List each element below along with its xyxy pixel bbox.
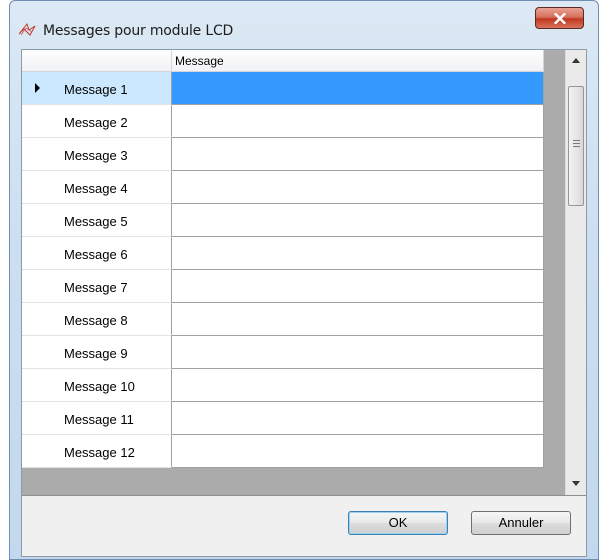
message-cell[interactable] (172, 237, 544, 270)
row-header[interactable]: Message 1 (22, 72, 172, 105)
table-row[interactable]: Message 5 (22, 204, 544, 237)
row-header[interactable]: Message 10 (22, 369, 172, 402)
row-header[interactable]: Message 9 (22, 336, 172, 369)
messages-grid: Message Message 1 Message 2 Message 3 Messa… (22, 50, 586, 496)
table-row[interactable]: Message 6 (22, 237, 544, 270)
row-header-label: Message 2 (64, 115, 128, 130)
close-x-icon (554, 13, 566, 24)
scroll-thumb[interactable] (568, 86, 584, 206)
message-cell[interactable] (172, 402, 544, 435)
row-header[interactable]: Message 5 (22, 204, 172, 237)
message-cell[interactable] (172, 369, 544, 402)
message-cell[interactable] (172, 204, 544, 237)
dialog-client-area: Message Message 1 Message 2 Message 3 Messa… (21, 49, 587, 557)
scroll-down-arrow-icon (572, 481, 580, 486)
dialog-window: Messages pour module LCD Message Message… (9, 0, 599, 560)
table-row[interactable]: Message 1 (22, 72, 544, 105)
row-header-label: Message 9 (64, 346, 128, 361)
vertical-scrollbar[interactable] (565, 50, 586, 495)
row-header[interactable]: Message 7 (22, 270, 172, 303)
row-header-label: Message 11 (64, 412, 134, 427)
current-row-arrow-icon (35, 83, 40, 93)
message-cell[interactable] (172, 72, 544, 105)
table-row[interactable]: Message 4 (22, 171, 544, 204)
message-cell[interactable] (172, 303, 544, 336)
table-row[interactable]: Message 7 (22, 270, 544, 303)
scroll-down-button[interactable] (566, 473, 586, 494)
row-header-label: Message 8 (64, 313, 128, 328)
row-header[interactable]: Message 2 (22, 105, 172, 138)
table-row[interactable]: Message 12 (22, 435, 544, 468)
message-cell[interactable] (172, 336, 544, 369)
thumb-grip-line (573, 146, 580, 147)
message-cell[interactable] (172, 105, 544, 138)
row-header[interactable]: Message 8 (22, 303, 172, 336)
ok-button[interactable]: OK (348, 511, 448, 535)
scroll-up-button[interactable] (566, 50, 586, 71)
row-header-label: Message 6 (64, 247, 128, 262)
row-header[interactable]: Message 4 (22, 171, 172, 204)
row-header-label: Message 7 (64, 280, 128, 295)
thumb-grip-line (573, 143, 580, 144)
row-header[interactable]: Message 11 (22, 402, 172, 435)
window-title: Messages pour module LCD (43, 23, 234, 39)
row-header-label: Message 4 (64, 181, 128, 196)
star-outline-icon (18, 22, 36, 36)
column-header-label: Message (175, 54, 224, 68)
cancel-button[interactable]: Annuler (471, 511, 571, 535)
table-row[interactable]: Message 9 (22, 336, 544, 369)
message-cell[interactable] (172, 270, 544, 303)
table-row[interactable]: Message 3 (22, 138, 544, 171)
title-bar[interactable]: Messages pour module LCD (10, 1, 598, 49)
row-header-label: Message 5 (64, 214, 128, 229)
table-row[interactable]: Message 2 (22, 105, 544, 138)
row-header[interactable]: Message 12 (22, 435, 172, 468)
table-row[interactable]: Message 11 (22, 402, 544, 435)
row-header-label: Message 3 (64, 148, 128, 163)
table-row[interactable]: Message 8 (22, 303, 544, 336)
row-header-label: Message 12 (64, 445, 135, 460)
row-header-label: Message 10 (64, 379, 135, 394)
row-header-label: Message 1 (64, 82, 128, 97)
grid-corner-header[interactable] (22, 50, 172, 72)
table-row[interactable]: Message 10 (22, 369, 544, 402)
column-header-message[interactable]: Message (172, 50, 544, 72)
close-button[interactable] (535, 7, 584, 29)
message-cell[interactable] (172, 171, 544, 204)
message-cell[interactable] (172, 435, 544, 468)
row-header[interactable]: Message 6 (22, 237, 172, 270)
scroll-up-arrow-icon (572, 58, 580, 63)
thumb-grip-line (573, 140, 580, 141)
message-cell[interactable] (172, 138, 544, 171)
row-header[interactable]: Message 3 (22, 138, 172, 171)
